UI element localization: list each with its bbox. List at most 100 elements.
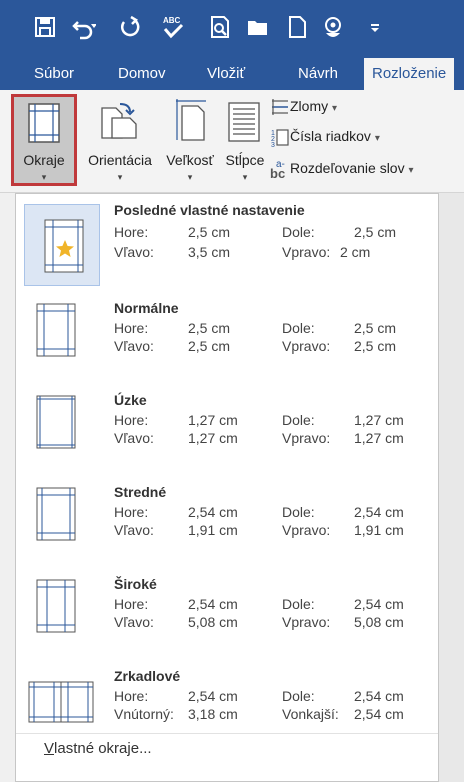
top-label: Hore:	[114, 320, 149, 336]
top-value: 2,54 cm	[188, 504, 238, 520]
margin-option-moderate[interactable]: Stredné Hore: 2,54 cm Dole: 2,54 cm Vľav…	[16, 476, 438, 564]
line-numbers-label: Čísla riadkov	[290, 128, 371, 144]
left-label: Vľavo:	[114, 614, 154, 630]
breaks-dropdown-arrow: ▾	[332, 103, 338, 114]
svg-text:3: 3	[271, 142, 275, 147]
hyphenation-button[interactable]: a- bc Rozdeľovanie slov ▾	[270, 156, 414, 181]
right-value: 5,08 cm	[354, 614, 404, 630]
option-name: Posledné vlastné nastavenie	[114, 202, 305, 218]
option-name: Normálne	[114, 300, 179, 316]
left-value: 2,5 cm	[188, 338, 231, 354]
columns-button[interactable]: Stĺpce ▾	[220, 94, 270, 186]
top-value: 2,5 cm	[188, 320, 231, 336]
size-button[interactable]: Veľkosť ▾	[162, 94, 218, 186]
bottom-label: Dole:	[282, 504, 315, 520]
outside-value: 2,54 cm	[354, 706, 404, 722]
bottom-label: Dole:	[282, 688, 315, 704]
left-value: 1,91 cm	[188, 522, 238, 538]
quick-access-toolbar: ABC	[0, 0, 464, 58]
custom-margins-accesskey: V	[44, 740, 55, 757]
margins-button[interactable]: Okraje ▾	[11, 94, 77, 186]
columns-dropdown-arrow: ▾	[242, 172, 248, 182]
orientation-button[interactable]: Orientácia ▾	[80, 94, 160, 186]
bottom-label: Dole:	[282, 412, 315, 428]
breaks-label: Zlomy	[290, 98, 329, 114]
right-value: 1,91 cm	[354, 522, 404, 538]
tab-navrh[interactable]: Návrh	[298, 58, 338, 90]
top-label: Hore:	[114, 688, 149, 704]
margin-option-wide[interactable]: Široké Hore: 2,54 cm Dole: 2,54 cm Vľavo…	[16, 568, 438, 656]
ribbon-layout-group: Okraje ▾ Orientácia ▾ Veľkosť ▾ Stĺpce ▾…	[0, 90, 464, 193]
left-value: 3,5 cm	[188, 244, 231, 260]
line-numbers-dropdown-arrow: ▾	[374, 133, 380, 144]
bottom-label: Dole:	[282, 224, 315, 240]
orientation-dropdown-arrow: ▾	[117, 172, 123, 182]
margin-option-normal[interactable]: Normálne Hore: 2,5 cm Dole: 2,5 cm Vľavo…	[16, 292, 438, 380]
right-value: 2 cm	[340, 244, 371, 260]
hyphenation-icon: a- bc	[270, 159, 290, 181]
tab-subor[interactable]: Súbor	[34, 58, 74, 90]
bottom-label: Dole:	[282, 320, 315, 336]
redo-icon[interactable]	[118, 14, 144, 40]
hyphenation-label: Rozdeľovanie slov	[290, 160, 405, 176]
left-label: Vľavo:	[114, 338, 154, 354]
new-icon[interactable]	[284, 14, 310, 40]
orientation-icon	[101, 103, 137, 139]
bottom-value: 2,54 cm	[354, 596, 404, 612]
tab-domov[interactable]: Domov	[118, 58, 166, 90]
breaks-icon	[272, 99, 288, 116]
right-label: Vpravo:	[282, 244, 331, 260]
top-value: 2,5 cm	[188, 224, 231, 240]
bottom-value: 1,27 cm	[354, 412, 404, 428]
orientation-label: Orientácia	[88, 152, 152, 168]
touch-mode-icon[interactable]	[320, 14, 346, 40]
left-label: Vľavo:	[114, 430, 154, 446]
wide-thumbnail	[34, 578, 80, 638]
narrow-thumbnail	[34, 394, 80, 454]
right-label: Vpravo:	[282, 430, 331, 446]
size-dropdown-arrow: ▾	[187, 172, 193, 182]
right-value: 2,5 cm	[354, 338, 397, 354]
margins-label: Okraje	[23, 152, 65, 168]
custom-margins-label: lastné okraje...	[54, 740, 152, 757]
option-name: Zrkadlové	[114, 668, 181, 684]
top-value: 2,54 cm	[188, 596, 238, 612]
top-value: 1,27 cm	[188, 412, 238, 428]
bottom-label: Dole:	[282, 596, 315, 612]
breaks-button[interactable]: Zlomy ▾	[270, 94, 337, 118]
undo-icon[interactable]	[70, 14, 97, 40]
outside-label: Vonkajší:	[282, 706, 339, 722]
margin-option-mirrored[interactable]: Zrkadlové Hore: 2,54 cm Dole: 2,54 cm Vn…	[16, 660, 438, 748]
bottom-value: 2,54 cm	[354, 504, 404, 520]
top-value: 2,54 cm	[188, 688, 238, 704]
customize-dropdown-icon[interactable]	[362, 14, 388, 40]
normal-thumbnail	[34, 302, 80, 362]
top-label: Hore:	[114, 224, 149, 240]
size-icon	[176, 99, 206, 141]
print-preview-icon[interactable]	[207, 14, 233, 40]
svg-text:ABC: ABC	[163, 16, 181, 25]
spelling-icon[interactable]: ABC	[160, 14, 186, 40]
tab-rozlozenie[interactable]: Rozloženie	[364, 58, 455, 90]
margin-option-narrow[interactable]: Úzke Hore: 1,27 cm Dole: 1,27 cm Vľavo: …	[16, 384, 438, 472]
right-label: Vpravo:	[282, 338, 331, 354]
columns-label: Stĺpce	[225, 152, 265, 168]
moderate-thumbnail	[34, 486, 80, 546]
open-icon[interactable]	[245, 14, 271, 40]
tab-vlozit[interactable]: Vložiť	[207, 58, 245, 90]
inside-label: Vnútorný:	[114, 706, 174, 722]
line-numbers-button[interactable]: 1 2 3 Čísla riadkov ▾	[270, 124, 380, 149]
document-background	[439, 193, 464, 782]
left-label: Vľavo:	[114, 244, 154, 260]
custom-margins-link[interactable]: Vlastné okraje...	[44, 740, 152, 757]
bottom-value: 2,5 cm	[354, 320, 397, 336]
left-value: 1,27 cm	[188, 430, 238, 446]
option-name: Široké	[114, 576, 157, 592]
save-icon[interactable]	[32, 14, 58, 40]
right-label: Vpravo:	[282, 522, 331, 538]
menu-divider	[16, 733, 438, 734]
bottom-value: 2,5 cm	[354, 224, 397, 240]
margin-option-last-custom[interactable]: Posledné vlastné nastavenie Hore: 2,5 cm…	[16, 194, 438, 286]
inside-value: 3,18 cm	[188, 706, 238, 722]
top-label: Hore:	[114, 412, 149, 428]
